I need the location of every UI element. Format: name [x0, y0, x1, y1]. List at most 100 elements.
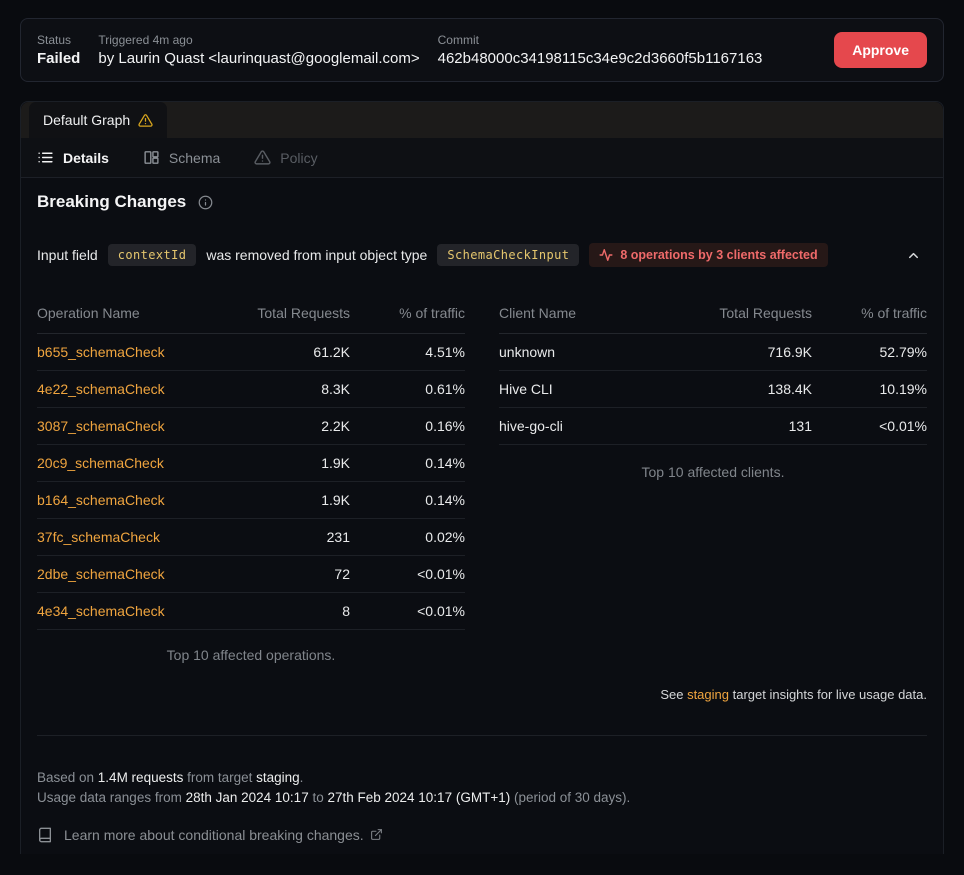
range-start: 28th Jan 2024 10:17: [186, 790, 309, 805]
learn-more-link[interactable]: Learn more about conditional breaking ch…: [64, 827, 383, 843]
traffic-value: <0.01%: [812, 418, 927, 434]
text: Based on: [37, 770, 98, 785]
based-on-line: Based on 1.4M requests from target stagi…: [37, 768, 927, 788]
collapse-chevron-up-icon[interactable]: [906, 248, 927, 263]
graph-warning-icon: [138, 113, 153, 128]
clients-table: Client Name Total Requests % of traffic …: [499, 293, 927, 445]
traffic-value: 0.61%: [350, 381, 465, 397]
text: Usage data ranges from: [37, 790, 186, 805]
status-column: Status Failed: [37, 33, 80, 67]
list-icon: [37, 149, 54, 166]
graph-tab-strip: Default Graph: [21, 102, 943, 138]
col-pct-traffic: % of traffic: [812, 305, 927, 321]
triggered-label: Triggered 4m ago: [98, 33, 419, 47]
requests-value: 716.9K: [672, 344, 812, 360]
operations-table: Operation Name Total Requests % of traff…: [37, 293, 465, 630]
traffic-value: <0.01%: [350, 603, 465, 619]
learn-more-label: Learn more about conditional breaking ch…: [64, 827, 364, 843]
requests-value: 231: [210, 529, 350, 545]
tab-schema[interactable]: Schema: [143, 149, 220, 166]
operation-link[interactable]: 2dbe_schemaCheck: [37, 566, 210, 582]
requests-value: 1.9K: [210, 455, 350, 471]
operations-table-caption: Top 10 affected operations.: [37, 647, 465, 663]
usage-summary: Based on 1.4M requests from target stagi…: [37, 768, 927, 808]
tab-policy-label: Policy: [280, 150, 317, 166]
col-total-requests: Total Requests: [672, 305, 812, 321]
schema-columns-icon: [143, 149, 160, 166]
operation-link[interactable]: 4e22_schemaCheck: [37, 381, 210, 397]
section-divider: [37, 735, 927, 736]
traffic-value: 10.19%: [812, 381, 927, 397]
clients-table-caption: Top 10 affected clients.: [499, 464, 927, 480]
text: .: [300, 770, 304, 785]
operations-table-block: Operation Name Total Requests % of traff…: [37, 293, 465, 663]
requests-value: 1.9K: [210, 492, 350, 508]
table-row: unknown 716.9K 52.79%: [499, 334, 927, 371]
target-name: staging: [256, 770, 300, 785]
commit-hash: 462b48000c34198115c34e9c2d3660f5b1167163: [438, 50, 763, 67]
client-name: unknown: [499, 344, 672, 360]
table-row: 20c9_schemaCheck 1.9K 0.14%: [37, 445, 465, 482]
table-row: b164_schemaCheck 1.9K 0.14%: [37, 482, 465, 519]
info-icon[interactable]: [198, 195, 213, 210]
traffic-value: 4.51%: [350, 344, 465, 360]
tab-details[interactable]: Details: [37, 149, 109, 166]
requests-value: 61.2K: [210, 344, 350, 360]
policy-warning-icon: [254, 149, 271, 166]
operation-link[interactable]: b655_schemaCheck: [37, 344, 210, 360]
requests-value: 131: [672, 418, 812, 434]
requests-value: 72: [210, 566, 350, 582]
table-row: b655_schemaCheck 61.2K 4.51%: [37, 334, 465, 371]
breaking-change-row: Input field contextId was removed from i…: [37, 243, 927, 267]
operation-link[interactable]: 20c9_schemaCheck: [37, 455, 210, 471]
details-content: Breaking Changes Input field contextId w…: [21, 192, 943, 843]
book-icon: [37, 827, 53, 843]
approve-button[interactable]: Approve: [834, 32, 927, 68]
text: to: [309, 790, 328, 805]
staging-target-link[interactable]: staging: [687, 687, 729, 702]
type-code-pill: SchemaCheckInput: [437, 244, 579, 266]
tab-details-label: Details: [63, 150, 109, 166]
range-end: 27th Feb 2024 10:17 (GMT+1): [327, 790, 510, 805]
operation-link[interactable]: 37fc_schemaCheck: [37, 529, 210, 545]
schema-check-card: Default Graph Details: [20, 101, 944, 854]
tab-policy[interactable]: Policy: [254, 149, 317, 166]
col-total-requests: Total Requests: [210, 305, 350, 321]
change-prefix: Input field: [37, 247, 98, 263]
client-name: hive-go-cli: [499, 418, 672, 434]
col-client-name: Client Name: [499, 305, 672, 321]
insights-note-post: target insights for live usage data.: [729, 687, 927, 702]
graph-tab-label: Default Graph: [43, 112, 130, 128]
text: (period of 30 days).: [510, 790, 630, 805]
commit-column: Commit 462b48000c34198115c34e9c2d3660f5b…: [438, 33, 763, 67]
table-row: 4e22_schemaCheck 8.3K 0.61%: [37, 371, 465, 408]
operations-table-header: Operation Name Total Requests % of traff…: [37, 293, 465, 334]
operation-link[interactable]: 3087_schemaCheck: [37, 418, 210, 434]
requests-value: 8: [210, 603, 350, 619]
traffic-value: 0.16%: [350, 418, 465, 434]
table-row: 3087_schemaCheck 2.2K 0.16%: [37, 408, 465, 445]
table-row: hive-go-cli 131 <0.01%: [499, 408, 927, 445]
usage-tables: Operation Name Total Requests % of traff…: [37, 293, 927, 663]
col-operation-name: Operation Name: [37, 305, 210, 321]
text: from target: [183, 770, 256, 785]
requests-total: 1.4M requests: [98, 770, 184, 785]
status-value: Failed: [37, 50, 80, 67]
view-tabs: Details Schema: [21, 138, 943, 178]
operation-link[interactable]: 4e34_schemaCheck: [37, 603, 210, 619]
requests-value: 138.4K: [672, 381, 812, 397]
insights-note-pre: See: [660, 687, 687, 702]
activity-pulse-icon: [599, 248, 613, 262]
affected-operations-badge: 8 operations by 3 clients affected: [589, 243, 827, 267]
tab-schema-label: Schema: [169, 150, 220, 166]
client-name: Hive CLI: [499, 381, 672, 397]
tab-default-graph[interactable]: Default Graph: [29, 102, 167, 138]
table-row: 4e34_schemaCheck 8 <0.01%: [37, 593, 465, 630]
status-label: Status: [37, 33, 80, 47]
learn-more-row: Learn more about conditional breaking ch…: [37, 827, 927, 843]
operation-link[interactable]: b164_schemaCheck: [37, 492, 210, 508]
breaking-changes-title: Breaking Changes: [37, 192, 186, 212]
traffic-value: 0.14%: [350, 455, 465, 471]
triggered-column: Triggered 4m ago by Laurin Quast <laurin…: [98, 33, 419, 67]
col-pct-traffic: % of traffic: [350, 305, 465, 321]
